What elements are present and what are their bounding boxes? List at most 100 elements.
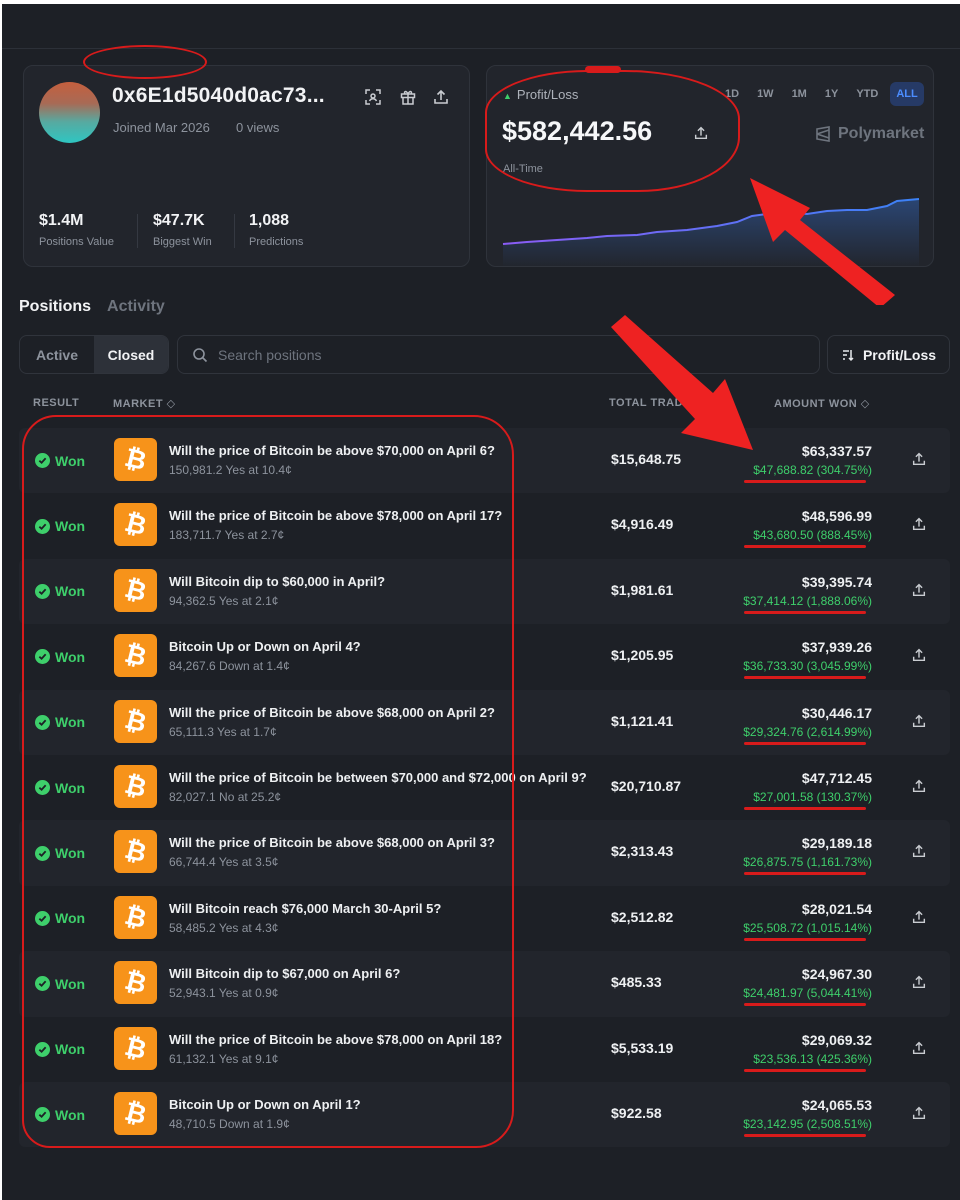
stat-label: Positions Value: [39, 236, 115, 248]
annotation-underline: [744, 872, 866, 876]
total-traded: $1,121.41: [611, 712, 674, 729]
share-icon[interactable]: [911, 713, 927, 729]
joined-date: Joined Mar 2026: [113, 120, 210, 135]
stat-biggest-win: $47.7K Biggest Win: [153, 212, 212, 248]
annotation-underline: [744, 806, 866, 810]
range-ytd[interactable]: YTD: [850, 82, 884, 106]
annotation-underline: [744, 480, 866, 483]
profit-gain: $29,324.76 (2,614.99%): [743, 724, 872, 739]
share-icon[interactable]: [911, 451, 927, 467]
amount-won: $47,712.45: [801, 769, 872, 786]
annotation-mark: [585, 66, 621, 73]
amount-won: $63,337.57: [801, 443, 872, 459]
header-result: RESULT: [33, 397, 80, 409]
profit-gain: $25,508.72 (1,015.14%): [743, 920, 872, 935]
profit-gain: $37,414.12 (1,888.06%): [743, 593, 872, 608]
annotation-circle-pnl: [485, 70, 740, 192]
total-traded: $20,710.87: [611, 777, 682, 794]
share-icon[interactable]: [911, 1105, 927, 1121]
share-icon[interactable]: [911, 647, 927, 663]
total-traded: $2,313.43: [611, 843, 674, 860]
profit-gain: $27,001.58 (130.37%): [753, 789, 872, 804]
share-icon[interactable]: [911, 516, 927, 532]
amount-won: $28,021.54: [801, 900, 872, 917]
share-icon[interactable]: [911, 582, 927, 598]
stat-divider: [137, 214, 138, 248]
sort-button[interactable]: Profit/Loss: [827, 335, 950, 374]
annotation-underline: [744, 937, 866, 941]
brand-name: Polymarket: [838, 125, 925, 142]
total-traded: $4,916.49: [611, 516, 674, 533]
profit-gain: $23,536.13 (425.36%): [753, 1051, 872, 1066]
annotation-arrow-up: [750, 178, 895, 305]
amount-won: $37,939.26: [801, 639, 872, 656]
amount-won: $39,395.74: [801, 573, 872, 590]
annotation-underline: [744, 676, 866, 680]
amount-won: $48,596.99: [801, 508, 872, 525]
amount-won: $24,967.30: [801, 966, 872, 983]
annotation-underline: [744, 741, 866, 745]
range-1m[interactable]: 1M: [786, 82, 813, 106]
profit-gain: $43,680.50 (888.45%): [753, 528, 872, 543]
header-market-label: MARKET: [113, 398, 164, 410]
total-traded: $1,981.61: [611, 581, 674, 598]
main-tabs: Positions Activity: [19, 298, 165, 316]
annotation-circle-joined: [83, 45, 207, 79]
profit-gain: $24,481.97 (5,044.41%): [743, 986, 872, 1001]
avatar: [39, 82, 100, 143]
view-count: 0 views: [236, 120, 280, 135]
total-traded: $5,533.19: [611, 1039, 674, 1056]
status-toggle: Active Closed: [19, 335, 169, 374]
amount-won: $30,446.17: [801, 704, 872, 721]
share-icon[interactable]: [911, 974, 927, 990]
stat-divider: [234, 214, 235, 248]
range-all[interactable]: ALL: [890, 82, 924, 106]
amount-won: $29,069.32: [801, 1031, 872, 1048]
sort-toggle-icon: ◇: [166, 398, 176, 410]
total-traded: $1,205.95: [611, 647, 674, 664]
stat-label: Biggest Win: [153, 236, 212, 248]
annotation-arrow-down: [611, 315, 753, 450]
annotation-underline: [744, 1068, 866, 1072]
annotation-underline: [744, 545, 866, 549]
total-traded: $2,512.82: [611, 908, 674, 925]
share-icon[interactable]: [911, 909, 927, 925]
username: 0x6E1d5040d0ac73...: [112, 84, 325, 107]
total-traded: $922.58: [611, 1104, 662, 1121]
share-icon[interactable]: [911, 843, 927, 859]
filter-active[interactable]: Active: [20, 336, 94, 373]
stat-value: 1,088: [249, 212, 290, 229]
amount-won: $24,065.53: [801, 1096, 872, 1113]
gift-icon[interactable]: [399, 88, 417, 106]
tab-activity[interactable]: Activity: [107, 298, 165, 316]
share-icon[interactable]: [911, 778, 927, 794]
stat-predictions: 1,088 Predictions: [249, 212, 303, 248]
header-amount-won-label: AMOUNT WON: [774, 398, 858, 410]
polymarket-icon: [816, 126, 830, 142]
stat-positions-value: $1.4M Positions Value: [39, 212, 114, 248]
amount-won: $29,189.18: [801, 835, 872, 852]
profit-gain: $36,733.30 (3,045.99%): [743, 659, 872, 674]
range-1w[interactable]: 1W: [751, 82, 780, 106]
scan-icon[interactable]: [364, 88, 382, 106]
header-amount-won[interactable]: AMOUNT WON ◇: [774, 397, 870, 410]
share-icon[interactable]: [432, 88, 450, 106]
profit-gain: $23,142.95 (2,508.51%): [743, 1116, 872, 1131]
annotation-box-markets: [22, 415, 514, 1148]
annotation-underline: [744, 610, 866, 614]
range-1y[interactable]: 1Y: [819, 82, 844, 106]
profit-gain: $26,875.75 (1,161.73%): [743, 855, 872, 870]
filter-closed[interactable]: Closed: [94, 336, 168, 373]
tab-positions[interactable]: Positions: [19, 298, 91, 316]
sort-label: Profit/Loss: [862, 346, 937, 363]
time-range-selector: 1D 1W 1M 1Y YTD ALL: [719, 82, 924, 106]
sort-icon: [842, 349, 854, 361]
profile-card: 0x6E1d5040d0ac73... Joined Mar 2026 0 vi…: [23, 65, 470, 267]
search-icon: [193, 347, 208, 362]
stat-value: $1.4M: [39, 212, 84, 229]
share-icon[interactable]: [911, 1040, 927, 1056]
stat-label: Predictions: [249, 236, 304, 248]
stat-value: $47.7K: [153, 212, 205, 229]
total-traded: $485.33: [611, 974, 662, 991]
header-market[interactable]: MARKET ◇: [113, 397, 176, 410]
